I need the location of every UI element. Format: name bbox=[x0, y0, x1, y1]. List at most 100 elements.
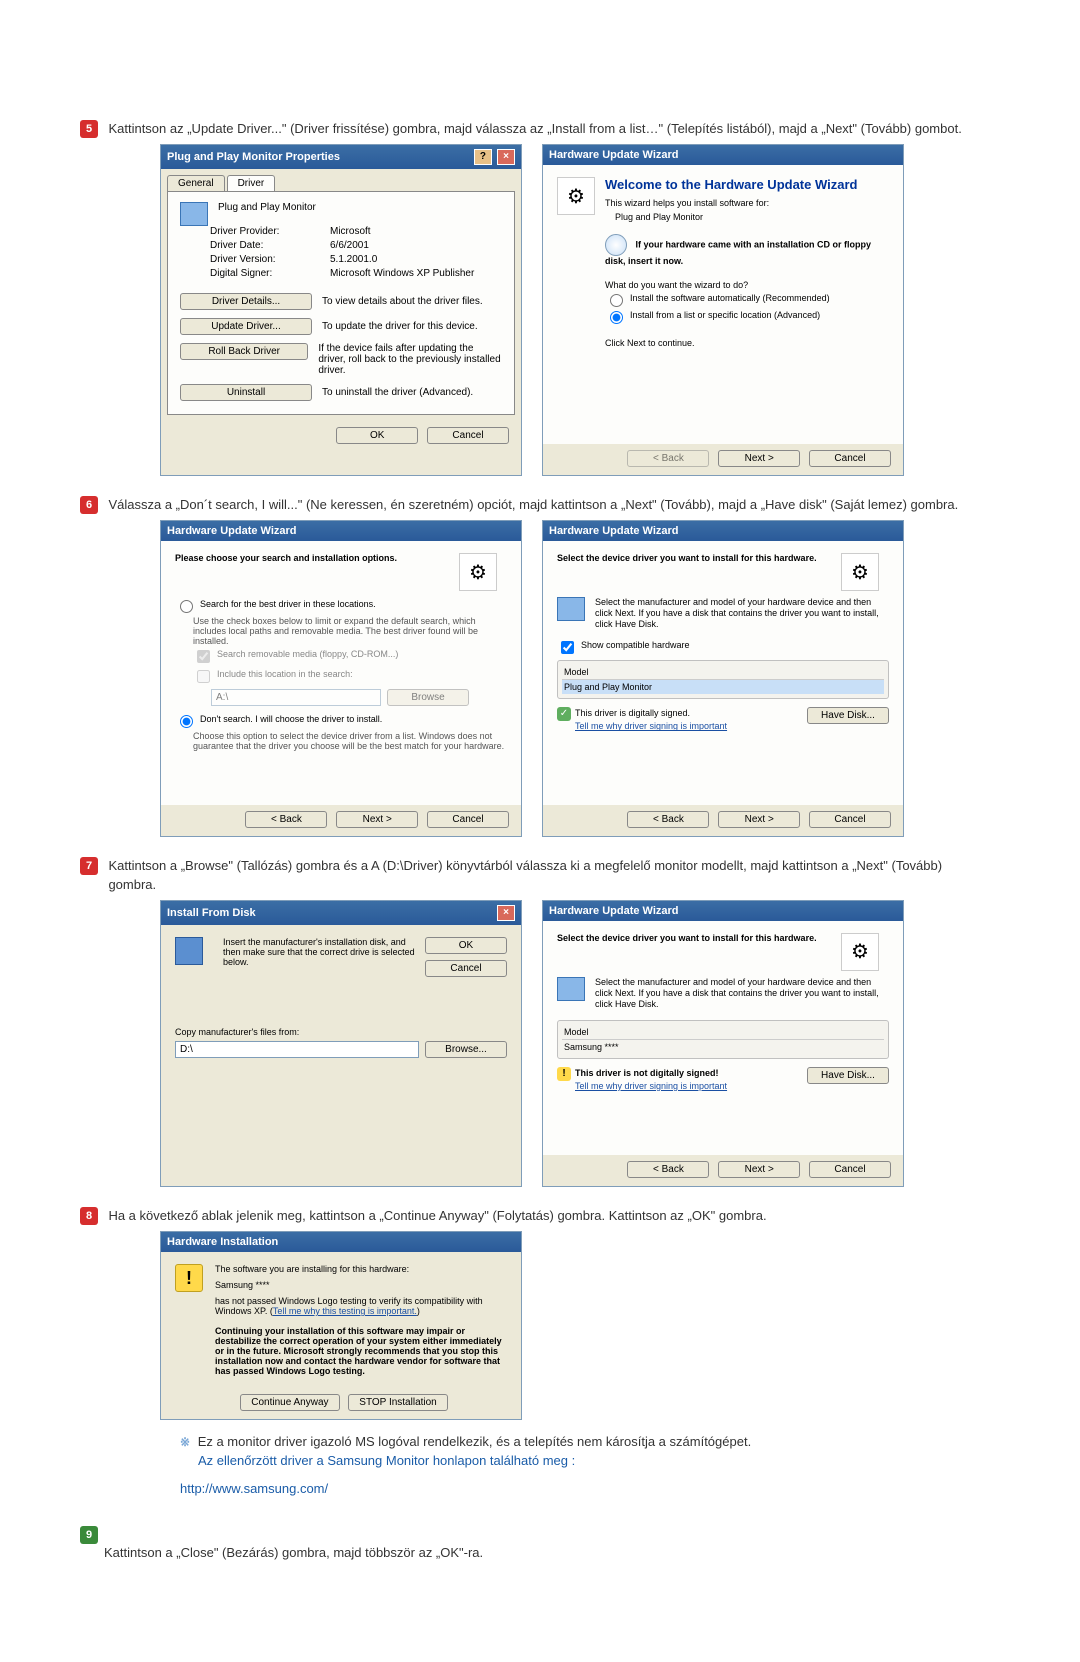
signed-icon: ✓ bbox=[557, 707, 571, 721]
hw2-opt-search[interactable]: Search for the best driver in these loca… bbox=[175, 599, 507, 613]
hw4-model-value[interactable]: Samsung **** bbox=[562, 1040, 884, 1054]
hw1-cd-text: If your hardware came with an installati… bbox=[605, 240, 871, 267]
samsung-url-link[interactable]: http://www.samsung.com/ bbox=[180, 1481, 1000, 1496]
hw3-sub: Select the manufacturer and model of you… bbox=[595, 597, 879, 629]
hw3-model-header: Model bbox=[562, 665, 884, 680]
hw1-question: What do you want the wizard to do? bbox=[605, 280, 889, 290]
hw2-chk2-label: Include this location in the search: bbox=[217, 669, 353, 679]
step-7: 7 Kattintson a „Browse" (Tallózás) gombr… bbox=[80, 857, 1000, 1186]
next-button[interactable]: Next > bbox=[718, 450, 800, 467]
have-disk-button[interactable]: Have Disk... bbox=[807, 1067, 889, 1084]
ok-button[interactable]: OK bbox=[425, 937, 507, 954]
hw2-opt2-sub: Choose this option to select the device … bbox=[193, 731, 507, 751]
wizard-icon: ⚙ bbox=[459, 553, 497, 591]
stop-installation-button[interactable]: STOP Installation bbox=[348, 1394, 447, 1411]
continue-anyway-button[interactable]: Continue Anyway bbox=[240, 1394, 339, 1411]
ok-button[interactable]: OK bbox=[336, 427, 418, 444]
update-driver-desc: To update the driver for this device. bbox=[322, 321, 478, 332]
back-button[interactable]: < Back bbox=[627, 811, 709, 828]
hw2-chk1-label: Search removable media (floppy, CD-ROM..… bbox=[217, 649, 398, 659]
browse-button: Browse bbox=[387, 689, 469, 706]
driver-details-button[interactable]: Driver Details... bbox=[180, 293, 312, 310]
cancel-button[interactable]: Cancel bbox=[427, 811, 509, 828]
close-icon[interactable]: × bbox=[497, 905, 515, 921]
hw-wizard-2: Hardware Update Wizard Please choose you… bbox=[160, 520, 522, 837]
wizard-icon: ⚙ bbox=[841, 553, 879, 591]
rollback-desc: If the device fails after updating the d… bbox=[318, 343, 502, 376]
step-5-number: 5 bbox=[80, 120, 98, 138]
hw3-signed-link[interactable]: Tell me why driver signing is important bbox=[575, 721, 727, 731]
step-9-text: Kattintson a „Close" (Bezárás) gombra, m… bbox=[104, 1544, 974, 1562]
step-6: 6 Válassza a „Don´t search, I will..." (… bbox=[80, 496, 1000, 837]
foot2: Az ellenőrzött driver a Samsung Monitor … bbox=[198, 1453, 575, 1468]
hi-title: Hardware Installation bbox=[167, 1236, 278, 1248]
tab-driver[interactable]: Driver bbox=[227, 175, 276, 191]
have-disk-button[interactable]: Have Disk... bbox=[807, 707, 889, 724]
hw3-signed: This driver is digitally signed. bbox=[575, 708, 690, 718]
warning-icon: ! bbox=[557, 1067, 571, 1081]
foot1: Ez a monitor driver igazoló MS logóval r… bbox=[198, 1434, 752, 1449]
next-button[interactable]: Next > bbox=[718, 1161, 800, 1178]
help-icon[interactable]: ? bbox=[474, 149, 492, 165]
step-6-number: 6 bbox=[80, 496, 98, 514]
cancel-button[interactable]: Cancel bbox=[809, 811, 891, 828]
driver-details-desc: To view details about the driver files. bbox=[322, 296, 483, 307]
uninstall-desc: To uninstall the driver (Advanced). bbox=[322, 387, 473, 398]
hw4-model-header: Model bbox=[562, 1025, 884, 1040]
hw1-opt-auto[interactable]: Install the software automatically (Reco… bbox=[605, 293, 889, 307]
hi-line3b: ) bbox=[417, 1306, 420, 1316]
tab-general[interactable]: General bbox=[167, 175, 225, 191]
browse-button[interactable]: Browse... bbox=[425, 1041, 507, 1058]
ifd-msg: Insert the manufacturer's installation d… bbox=[223, 937, 415, 977]
hw-wizard-4: Hardware Update Wizard Select the device… bbox=[542, 900, 904, 1187]
pnp-tabs: General Driver bbox=[161, 169, 521, 191]
cancel-button[interactable]: Cancel bbox=[427, 427, 509, 444]
hw3-compat-label: Show compatible hardware bbox=[581, 640, 690, 650]
step-8: 8 Ha a következő ablak jelenik meg, katt… bbox=[80, 1207, 1000, 1496]
close-icon[interactable]: × bbox=[497, 149, 515, 165]
install-from-disk-dialog: Install From Disk × Insert the manufactu… bbox=[160, 900, 522, 1187]
rollback-button[interactable]: Roll Back Driver bbox=[180, 343, 308, 360]
hardware-installation-dialog: Hardware Installation ! The software you… bbox=[160, 1231, 522, 1420]
hw1-continue: Click Next to continue. bbox=[605, 338, 889, 348]
hw1-opt-auto-label: Install the software automatically (Reco… bbox=[630, 293, 830, 303]
ifd-title: Install From Disk bbox=[167, 907, 256, 919]
hw2-chk-removable: Search removable media (floppy, CD-ROM..… bbox=[193, 649, 507, 666]
hw4-unsigned-link[interactable]: Tell me why driver signing is important bbox=[575, 1081, 727, 1091]
next-button[interactable]: Next > bbox=[336, 811, 418, 828]
hi-logo-link[interactable]: Tell me why this testing is important. bbox=[273, 1306, 417, 1316]
provider-label: Driver Provider: bbox=[210, 226, 330, 237]
back-button[interactable]: < Back bbox=[627, 1161, 709, 1178]
monitor-icon bbox=[557, 977, 585, 1001]
hw1-opt-list[interactable]: Install from a list or specific location… bbox=[605, 310, 889, 324]
hw1-device: Plug and Play Monitor bbox=[615, 212, 889, 222]
hw1-titlebar: Hardware Update Wizard bbox=[543, 145, 903, 165]
update-driver-button[interactable]: Update Driver... bbox=[180, 318, 312, 335]
step8-footnote: ※ Ez a monitor driver igazoló MS logóval… bbox=[180, 1432, 1000, 1471]
date-label: Driver Date: bbox=[210, 240, 330, 251]
hw2-opt1-sub: Use the check boxes below to limit or ex… bbox=[193, 616, 507, 646]
hi-line2: Samsung **** bbox=[215, 1280, 507, 1290]
hw1-opt-list-label: Install from a list or specific location… bbox=[630, 310, 820, 320]
hw3-compat-check[interactable]: Show compatible hardware bbox=[557, 640, 889, 657]
ifd-path-input[interactable]: D:\ bbox=[175, 1041, 419, 1058]
cancel-button[interactable]: Cancel bbox=[809, 1161, 891, 1178]
hw3-model-value[interactable]: Plug and Play Monitor bbox=[562, 680, 884, 694]
hw2-opt-dontsearch[interactable]: Don't search. I will choose the driver t… bbox=[175, 714, 507, 728]
signer-label: Digital Signer: bbox=[210, 268, 330, 279]
pnp-titlebar: Plug and Play Monitor Properties ? × bbox=[161, 145, 521, 169]
hw2-title: Hardware Update Wizard bbox=[167, 525, 297, 537]
cancel-button[interactable]: Cancel bbox=[425, 960, 507, 977]
wizard-icon: ⚙ bbox=[841, 933, 879, 971]
step-9-number: 9 bbox=[80, 1526, 98, 1544]
uninstall-button[interactable]: Uninstall bbox=[180, 384, 312, 401]
hw2-path: A:\ bbox=[211, 689, 381, 706]
cancel-button[interactable]: Cancel bbox=[809, 450, 891, 467]
hw2-opt-dontsearch-label: Don't search. I will choose the driver t… bbox=[200, 714, 382, 724]
hw1-heading: Welcome to the Hardware Update Wizard bbox=[605, 177, 889, 192]
back-button[interactable]: < Back bbox=[245, 811, 327, 828]
version-value: 5.1.2001.0 bbox=[330, 254, 377, 265]
step-7-number: 7 bbox=[80, 857, 98, 875]
next-button[interactable]: Next > bbox=[718, 811, 800, 828]
hi-paragraph: Continuing your installation of this sof… bbox=[215, 1326, 507, 1376]
